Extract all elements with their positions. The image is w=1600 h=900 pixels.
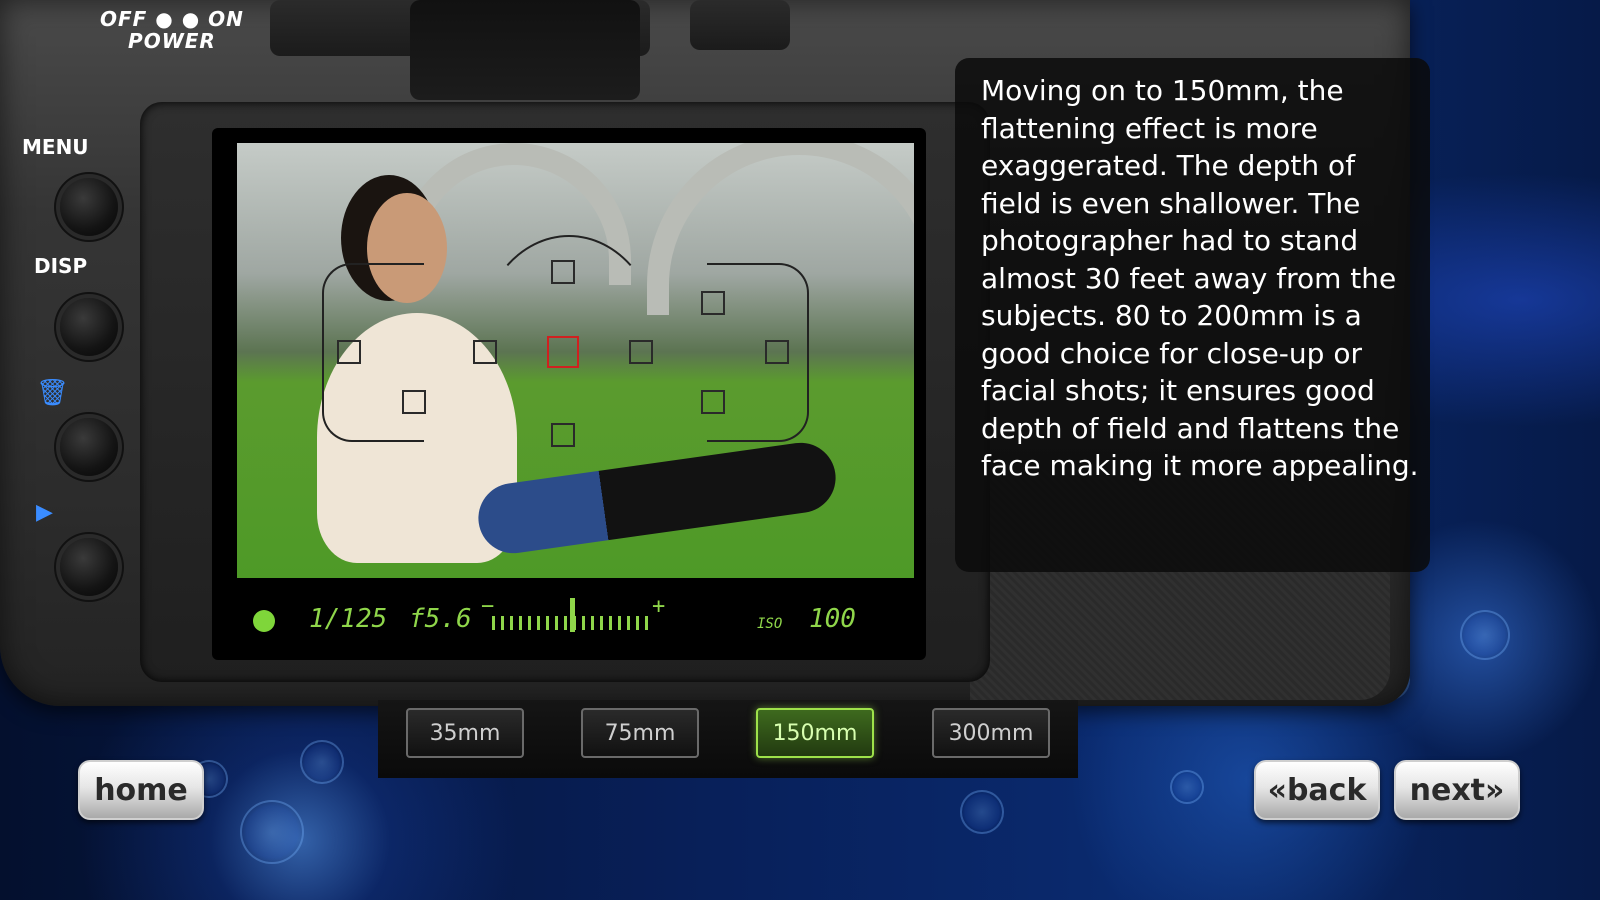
bokeh-light bbox=[960, 790, 1004, 834]
exposure-meter-needle bbox=[570, 598, 575, 632]
viewfinder-eyepiece bbox=[410, 0, 640, 100]
bokeh-light bbox=[240, 800, 304, 864]
af-point-selected bbox=[547, 336, 579, 368]
iso-label: ISO bbox=[757, 616, 783, 632]
subject-legs bbox=[473, 438, 841, 558]
bokeh-light bbox=[1460, 610, 1510, 660]
focal-length-selector: 35mm 75mm 150mm 300mm bbox=[378, 700, 1078, 778]
af-point bbox=[629, 340, 653, 364]
next-button[interactable]: next» bbox=[1394, 760, 1520, 820]
description-text: Moving on to 150mm, the flattening effec… bbox=[981, 74, 1419, 482]
af-point bbox=[337, 340, 361, 364]
focal-75mm-button[interactable]: 75mm bbox=[581, 708, 699, 758]
af-point bbox=[701, 291, 725, 315]
camera-top-right-block bbox=[690, 0, 790, 50]
disp-button[interactable] bbox=[60, 298, 118, 356]
focus-confirm-indicator bbox=[253, 610, 275, 632]
trash-icon: 🗑 bbox=[36, 378, 70, 408]
power-switch-label[interactable]: OFF ● ● ON POWER bbox=[100, 8, 244, 52]
af-point bbox=[551, 260, 575, 284]
iso-value: 100 bbox=[809, 604, 856, 634]
power-switch-states: OFF ● ● ON bbox=[100, 7, 244, 31]
description-panel: Moving on to 150mm, the flattening effec… bbox=[955, 58, 1430, 572]
back-button[interactable]: «back bbox=[1254, 760, 1380, 820]
home-button[interactable]: home bbox=[78, 760, 204, 820]
focal-35mm-button[interactable]: 35mm bbox=[406, 708, 524, 758]
delete-button[interactable] bbox=[60, 418, 118, 476]
menu-label: MENU bbox=[22, 135, 89, 159]
playback-button[interactable] bbox=[60, 538, 118, 596]
lcd-info-bar: 1/125 f5.6 − + ISO 100 bbox=[237, 590, 914, 650]
af-point bbox=[765, 340, 789, 364]
power-label-text: POWER bbox=[128, 29, 216, 53]
playback-icon: ▶ bbox=[36, 500, 53, 525]
menu-button[interactable] bbox=[60, 178, 118, 236]
meter-plus: + bbox=[652, 594, 666, 619]
focal-300mm-button[interactable]: 300mm bbox=[932, 708, 1050, 758]
aperture-value: f5.6 bbox=[409, 604, 472, 634]
bokeh-light bbox=[300, 740, 344, 784]
shutter-speed: 1/125 bbox=[309, 604, 388, 634]
af-point bbox=[701, 390, 725, 414]
sample-photo bbox=[237, 143, 914, 578]
af-point bbox=[402, 390, 426, 414]
disp-label: DISP bbox=[34, 254, 88, 278]
af-point bbox=[551, 423, 575, 447]
af-frame-right bbox=[707, 263, 809, 442]
focal-150mm-button[interactable]: 150mm bbox=[756, 708, 874, 758]
bokeh-light bbox=[1170, 770, 1204, 804]
af-point bbox=[473, 340, 497, 364]
